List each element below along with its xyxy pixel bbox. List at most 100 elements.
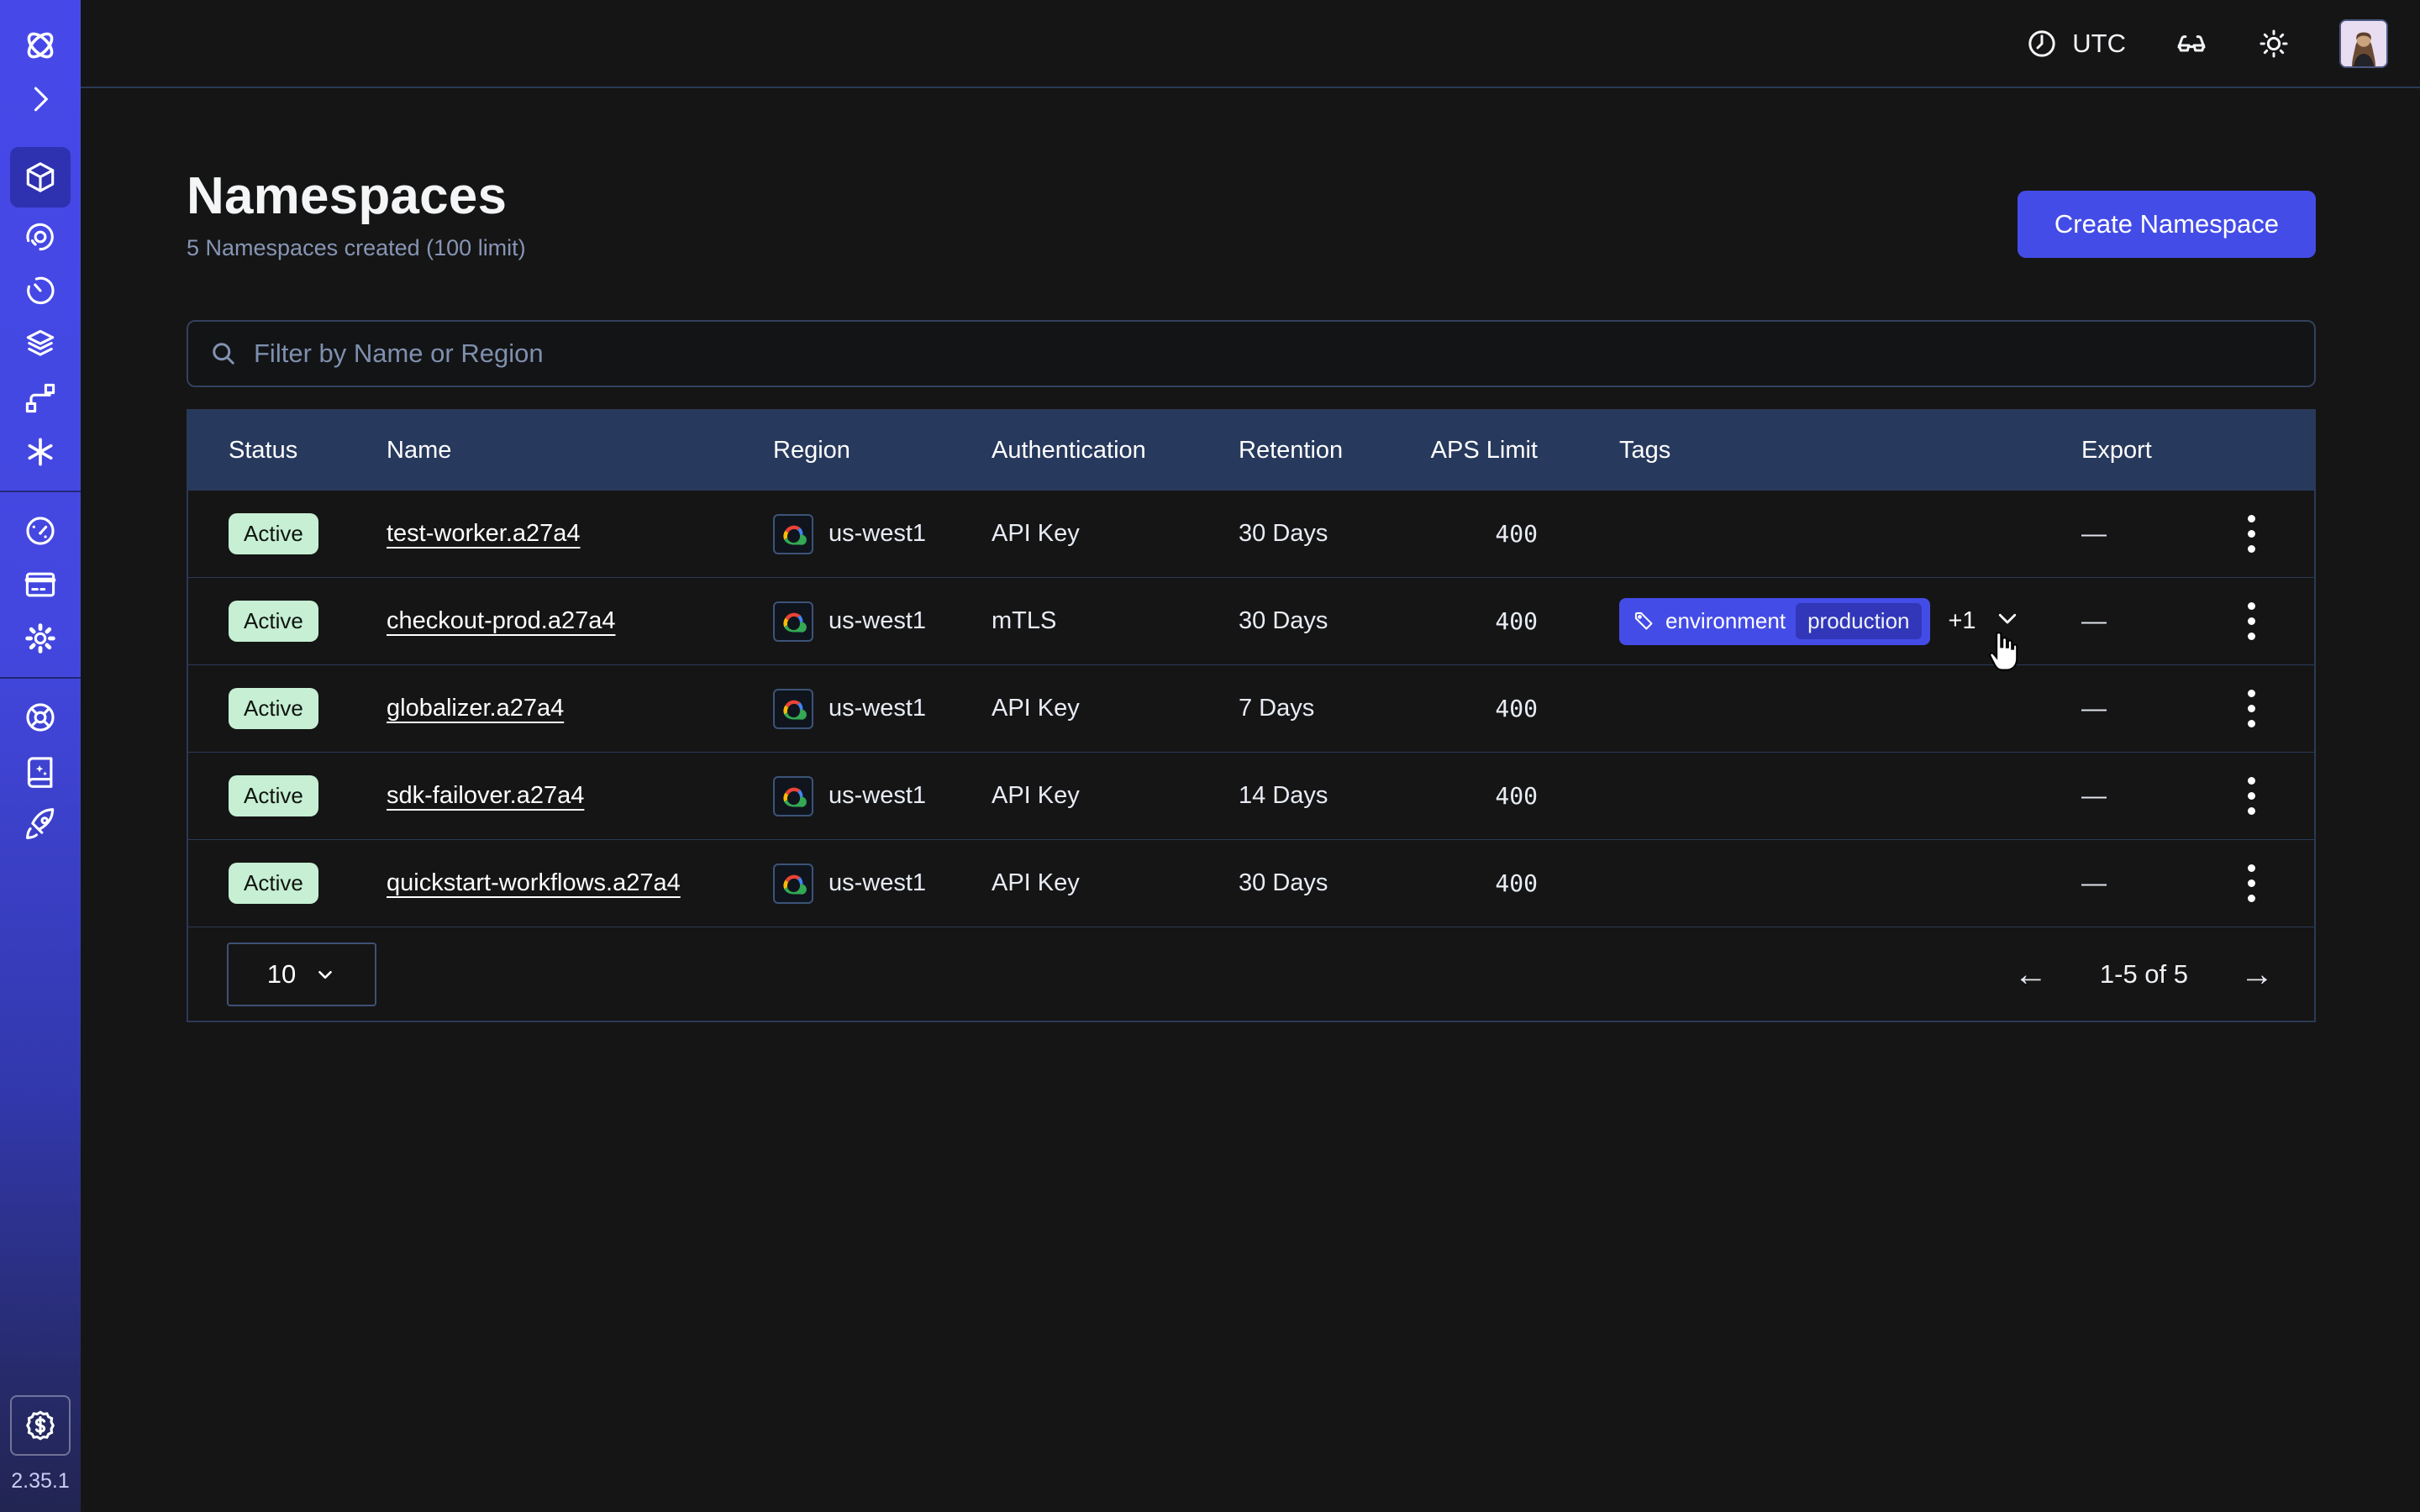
tag-icon: [1633, 610, 1655, 633]
gcp-cloud-icon: [773, 601, 813, 642]
tag-chip[interactable]: environment production: [1619, 598, 1930, 645]
app-version: 2.35.1: [11, 1469, 70, 1499]
auth-value: API Key: [992, 520, 1239, 548]
page-title: Namespaces: [187, 169, 526, 223]
sidebar-item-billing[interactable]: [10, 560, 71, 609]
badge-dollar-icon: [22, 1407, 59, 1444]
branch-icon: [22, 380, 59, 417]
status-badge: Active: [229, 775, 318, 816]
namespace-link[interactable]: quickstart-workflows.a27a4: [387, 869, 681, 896]
namespace-link[interactable]: checkout-prod.a27a4: [387, 607, 615, 634]
sidebar-item-nexus[interactable]: [10, 374, 71, 423]
sidebar-expand-button[interactable]: [10, 75, 71, 123]
export-value: —: [2081, 520, 2107, 549]
auth-value: mTLS: [992, 607, 1239, 635]
page-size-select[interactable]: 10: [227, 942, 376, 1006]
sidebar-item-workflows[interactable]: [10, 213, 71, 261]
credits-button[interactable]: [10, 1395, 71, 1456]
timer-icon: [22, 272, 59, 309]
chevron-down-icon: [314, 963, 336, 985]
gcp-cloud-icon: [773, 689, 813, 729]
sidebar-item-docs[interactable]: [10, 747, 71, 795]
row-menu-button[interactable]: [2243, 859, 2260, 907]
filter-input[interactable]: [254, 339, 2294, 369]
sidebar-item-usage[interactable]: [10, 507, 71, 555]
table-row: Active globalizer.a27a4 us-west1 API Key…: [188, 664, 2314, 752]
table-row: Active test-worker.a27a4 us-west1 API Ke…: [188, 490, 2314, 577]
sidebar-item-settings[interactable]: [10, 614, 71, 663]
gcp-cloud-icon: [773, 776, 813, 816]
topbar: UTC: [81, 0, 2420, 88]
export-value: —: [2081, 607, 2107, 636]
sidebar-item-getting-started[interactable]: [10, 801, 71, 849]
gauge-icon: [22, 512, 59, 549]
temporal-logo[interactable]: [10, 21, 71, 70]
retention-value: 30 Days: [1239, 869, 1430, 897]
row-menu-button[interactable]: [2243, 597, 2260, 645]
timezone-label: UTC: [2072, 29, 2126, 59]
create-namespace-button[interactable]: Create Namespace: [2018, 191, 2316, 258]
status-badge: Active: [229, 863, 318, 904]
col-header-export: Export: [2070, 437, 2316, 465]
prev-page-button[interactable]: ←: [2014, 958, 2048, 991]
row-menu-button[interactable]: [2243, 685, 2260, 732]
docs-book-icon: [22, 753, 59, 790]
region-label: us-west1: [829, 869, 926, 897]
retention-value: 30 Days: [1239, 607, 1430, 635]
status-badge: Active: [229, 688, 318, 729]
region-label: us-west1: [829, 607, 926, 635]
sun-icon: [2257, 27, 2291, 60]
next-page-button[interactable]: →: [2240, 958, 2274, 991]
auth-value: API Key: [992, 695, 1239, 722]
tags-expand-button[interactable]: [1995, 606, 2020, 638]
table-row: Active checkout-prod.a27a4 us-west1 mTLS…: [188, 577, 2314, 664]
namespace-link[interactable]: sdk-failover.a27a4: [387, 782, 584, 809]
table-pagination: 10 ← 1-5 of 5 →: [188, 927, 2314, 1021]
aps-limit-value: 400: [1495, 869, 1538, 897]
avatar-image: [2341, 21, 2386, 66]
gcp-cloud-icon: [773, 864, 813, 904]
incognito-toggle[interactable]: [2175, 27, 2208, 60]
filter-bar[interactable]: [187, 320, 2316, 387]
cube-icon: [22, 159, 59, 196]
status-badge: Active: [229, 513, 318, 554]
main-content: Namespaces 5 Namespaces created (100 lim…: [81, 169, 2420, 1022]
timezone-selector[interactable]: UTC: [2025, 27, 2126, 60]
sidebar: 2.35.1: [0, 0, 81, 1512]
col-header-aps-limit: APS Limit: [1431, 437, 1538, 465]
table-row: Active sdk-failover.a27a4 us-west1 API K…: [188, 752, 2314, 839]
sidebar-item-deployments[interactable]: [10, 320, 71, 369]
col-header-authentication: Authentication: [992, 437, 1239, 465]
col-header-name: Name: [387, 437, 773, 465]
row-menu-button[interactable]: [2243, 772, 2260, 820]
retention-value: 7 Days: [1239, 695, 1430, 722]
retention-value: 14 Days: [1239, 782, 1430, 810]
search-icon: [208, 339, 239, 369]
table-header-row: Status Name Region Authentication Retent…: [188, 411, 2314, 490]
tags-more-count: +1: [1949, 607, 1976, 635]
auth-value: API Key: [992, 869, 1239, 897]
col-header-region: Region: [773, 437, 992, 465]
namespace-link[interactable]: globalizer.a27a4: [387, 695, 564, 722]
aps-limit-value: 400: [1495, 782, 1538, 810]
asterisk-icon: [22, 433, 59, 470]
tags-cell: environment production +1: [1538, 598, 2070, 645]
theme-toggle[interactable]: [2257, 27, 2291, 60]
temporal-logo-icon: [19, 24, 61, 66]
aps-limit-value: 400: [1495, 607, 1538, 635]
sidebar-item-support[interactable]: [10, 693, 71, 742]
layers-icon: [22, 326, 59, 363]
row-menu-button[interactable]: [2243, 510, 2260, 558]
sidebar-item-schedules[interactable]: [10, 266, 71, 315]
col-header-tags: Tags: [1538, 437, 2070, 465]
region-label: us-west1: [829, 695, 926, 722]
tag-key: environment: [1665, 608, 1786, 634]
sidebar-item-namespaces[interactable]: [10, 147, 71, 207]
rocket-icon: [22, 806, 59, 843]
chevron-down-icon: [1995, 606, 2020, 631]
gear-icon: [22, 620, 59, 657]
user-avatar[interactable]: [2339, 19, 2388, 68]
sidebar-divider: [0, 677, 81, 679]
namespace-link[interactable]: test-worker.a27a4: [387, 520, 581, 547]
sidebar-item-batch[interactable]: [10, 428, 71, 476]
